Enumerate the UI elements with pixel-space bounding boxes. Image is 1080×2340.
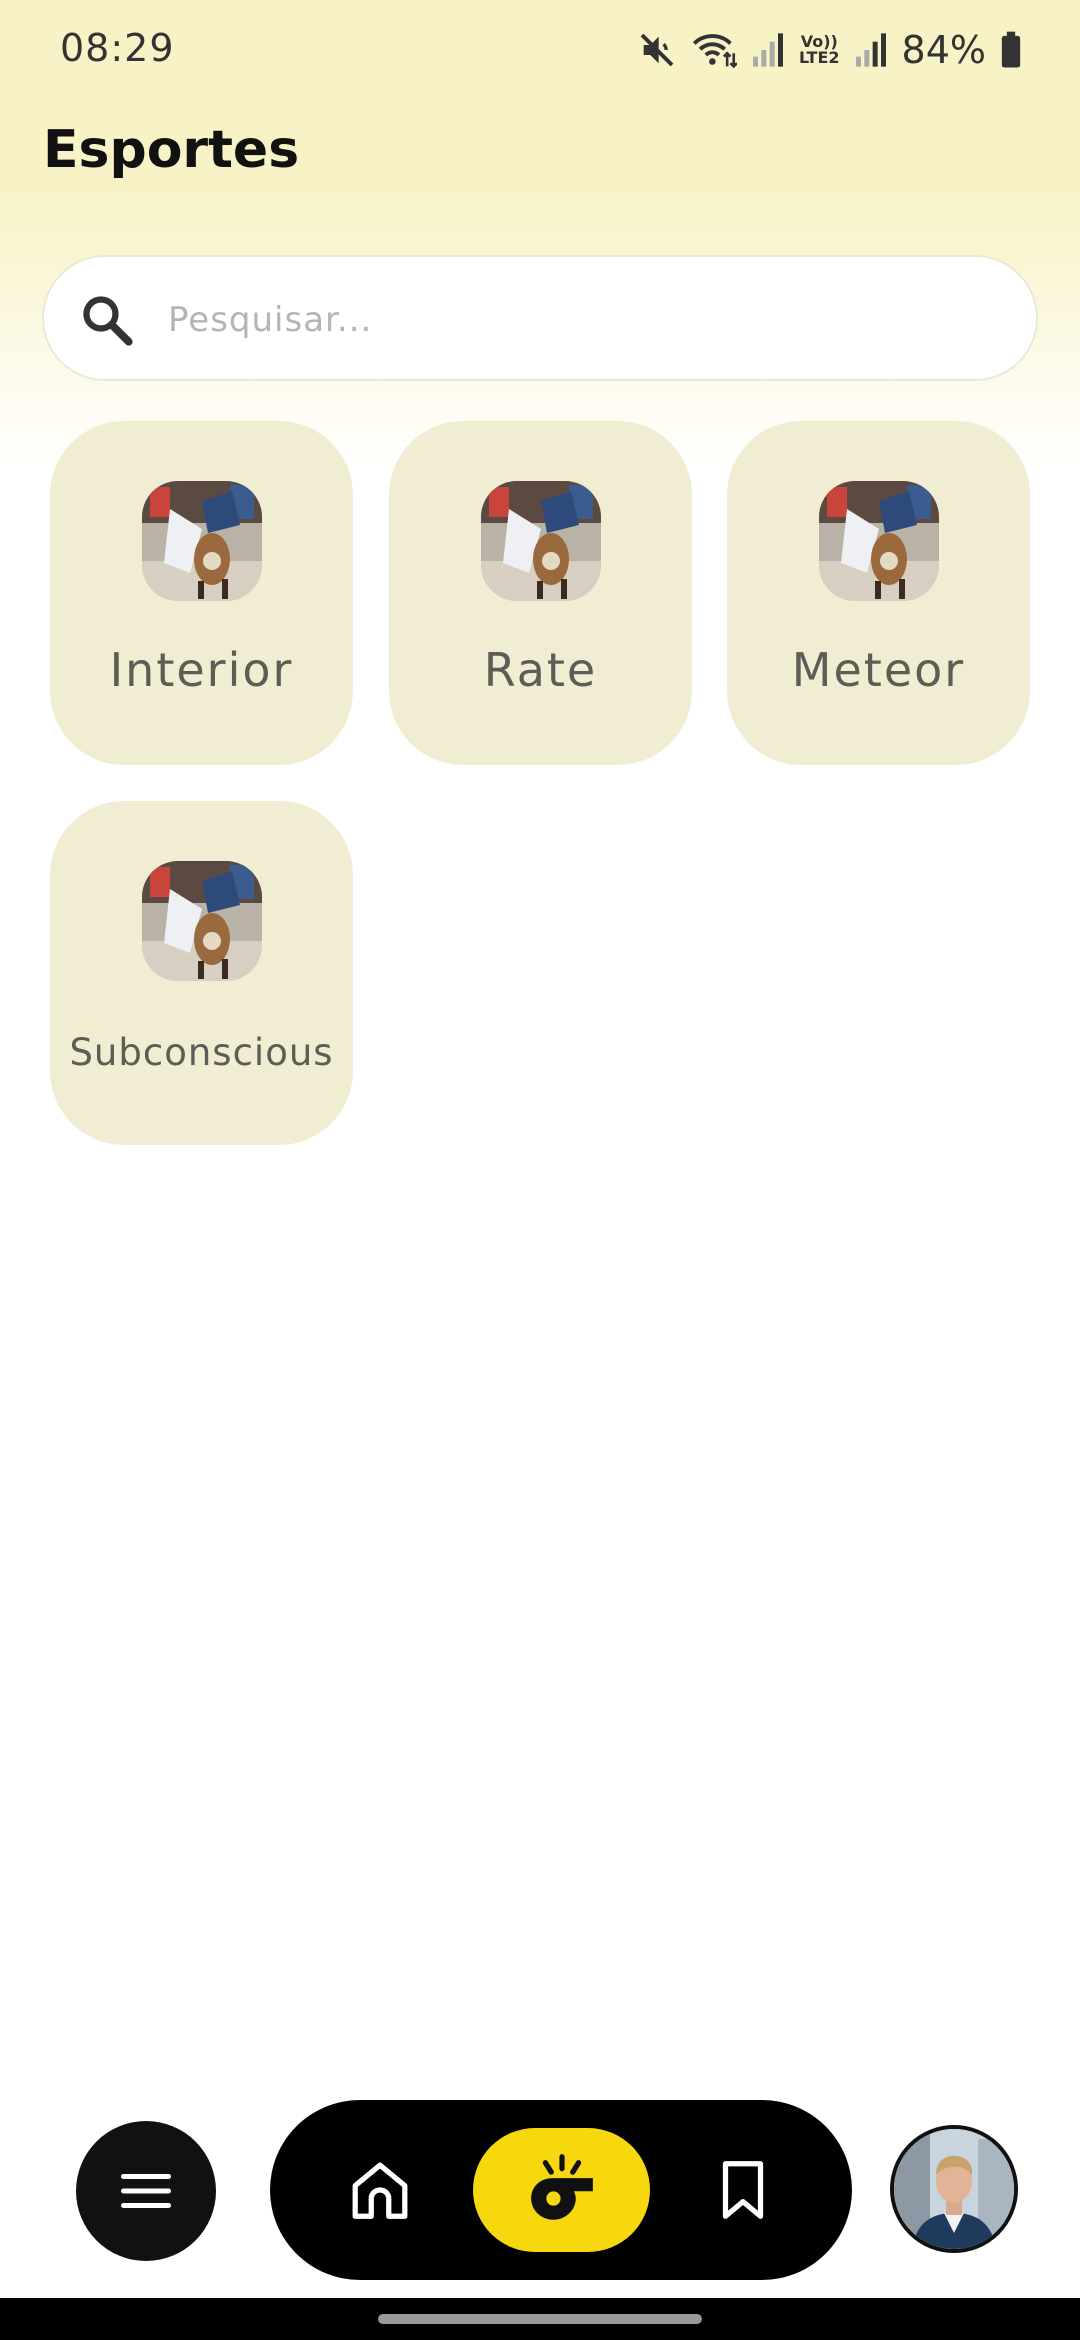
category-card-subconscious[interactable]: Subconscious	[50, 801, 353, 1145]
gesture-handle[interactable]	[378, 2314, 702, 2324]
status-time: 08:29	[60, 26, 175, 70]
bottom-navigation	[270, 2100, 852, 2280]
category-card-meteor[interactable]: Meteor	[727, 421, 1030, 765]
category-thumbnail	[142, 481, 262, 601]
status-bar: 08:29 Vo)) LTE2 84%	[0, 0, 1080, 100]
sports-tab-button[interactable]	[473, 2128, 650, 2252]
battery-percent: 84%	[901, 28, 986, 72]
page-title: Esportes	[43, 120, 300, 180]
search-bar[interactable]	[42, 255, 1038, 381]
category-label: Interior	[109, 643, 294, 697]
mute-icon	[640, 33, 674, 67]
menu-icon	[121, 2174, 171, 2208]
status-icons: Vo)) LTE2 84%	[637, 22, 1022, 78]
category-thumbnail	[819, 481, 939, 601]
category-card-rate[interactable]: Rate	[389, 421, 692, 765]
bookmark-icon[interactable]	[708, 2155, 778, 2225]
menu-button[interactable]	[76, 2121, 216, 2261]
category-thumbnail	[142, 861, 262, 981]
search-input[interactable]	[166, 277, 990, 363]
whistle-icon	[530, 2154, 593, 2220]
network-type-label: Vo)) LTE2	[799, 32, 840, 67]
signal-icon	[855, 33, 886, 67]
category-label: Meteor	[791, 643, 966, 697]
battery-icon	[1001, 31, 1021, 68]
category-thumbnail	[481, 481, 601, 601]
category-label: Subconscious	[69, 1031, 334, 1074]
home-icon[interactable]	[345, 2155, 415, 2225]
system-navigation-bar	[0, 2298, 1080, 2340]
signal-icon	[753, 33, 783, 67]
category-card-interior[interactable]: Interior	[50, 421, 353, 765]
profile-avatar[interactable]	[890, 2125, 1018, 2253]
search-icon[interactable]	[78, 291, 136, 349]
wifi-icon	[692, 34, 737, 69]
category-label: Rate	[483, 643, 598, 697]
